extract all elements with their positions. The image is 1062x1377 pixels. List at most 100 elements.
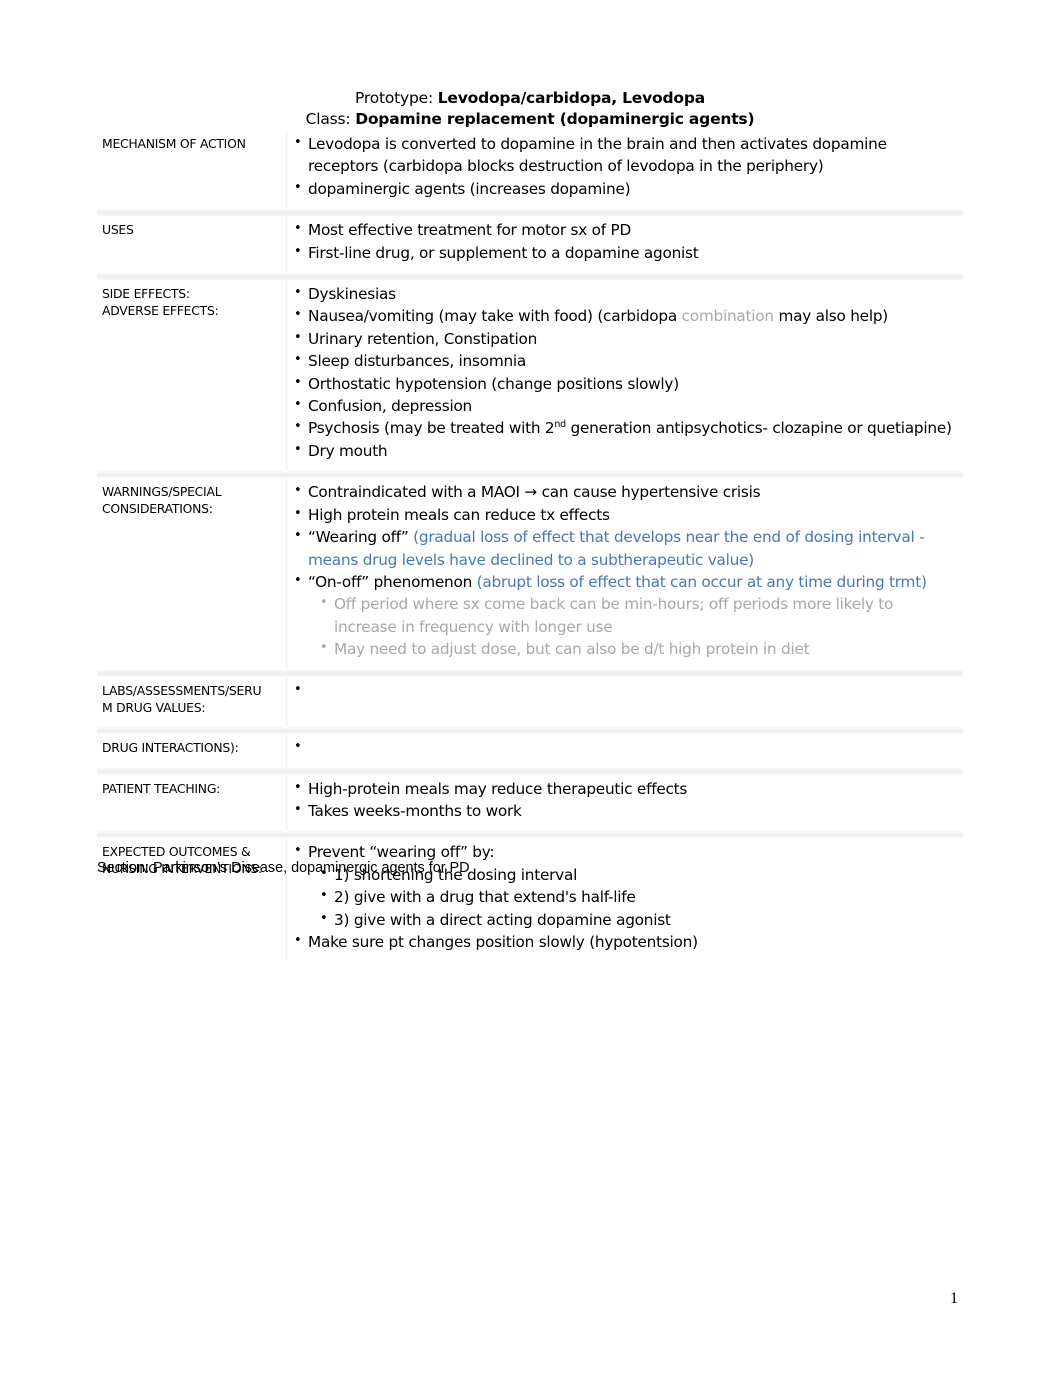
bullet-item: High-protein meals may reduce therapeuti… — [287, 777, 953, 800]
text-run: Nausea/vomiting (may take with food) (ca… — [308, 307, 682, 326]
table-row: LABS/ASSESSMENTS/SERU M DRUG VALUES: — [97, 677, 963, 726]
row-separator-band — [97, 725, 963, 735]
row-separator — [97, 830, 963, 840]
bullet-item: Make sure pt changes position slowly (hy… — [287, 930, 953, 953]
row-separator — [97, 208, 963, 218]
document-heading: Prototype: Levodopa/carbidopa, Levodopa … — [97, 88, 963, 130]
bullet-item: Takes weeks-months to work — [287, 799, 953, 822]
row-label: PATIENT TEACHING: — [97, 775, 287, 831]
bullet-item — [287, 679, 953, 702]
row-separator-band — [97, 470, 963, 480]
table-row: EXPECTED OUTCOMES & NURSING INTERVENTIONS… — [97, 839, 963, 962]
bullet-list — [287, 736, 953, 759]
row-label-line: SIDE EFFECTS: — [102, 286, 190, 302]
row-label: SIDE EFFECTS: ADVERSE EFFECTS: — [97, 281, 287, 471]
sub-bullet-item: Off period where sx come back can be min… — [308, 592, 953, 638]
row-separator-band — [97, 830, 963, 840]
table-row: PATIENT TEACHING: High-protein meals may … — [97, 775, 963, 831]
row-separator — [97, 766, 963, 776]
table-row: DRUG INTERACTIONS): — [97, 734, 963, 767]
bullet-list: Most effective treatment for motor sx of… — [287, 218, 953, 264]
table-row: USES Most effective treatment for motor … — [97, 217, 963, 273]
row-content — [285, 734, 963, 767]
section-footer: Section: Parkinson’s Disease, dopaminerg… — [97, 860, 470, 876]
bullet-item: Confusion, depression — [287, 394, 953, 417]
bullet-list — [287, 679, 953, 702]
row-label: EXPECTED OUTCOMES & NURSING INTERVENTIONS… — [97, 839, 287, 962]
row-label-line: EXPECTED OUTCOMES & — [102, 844, 251, 860]
bullet-item: Nausea/vomiting (may take with food) (ca… — [287, 304, 953, 327]
sub-bullet-item: 2) give with a drug that extend's half-l… — [308, 885, 953, 908]
row-label: USES — [97, 217, 287, 273]
text-run: generation antipsychotics- clozapine or … — [565, 419, 952, 438]
row-label: DRUG INTERACTIONS): — [97, 734, 287, 767]
bullet-item: First-line drug, or supplement to a dopa… — [287, 241, 953, 264]
text-run: Psychosis (may be treated with 2 — [308, 419, 555, 438]
table-row: WARNINGS/SPECIALCONSIDERATIONS:Contraind… — [97, 479, 963, 669]
prototype-value: Levodopa/carbidopa, Levodopa — [437, 89, 705, 107]
bullet-list: Levodopa is converted to dopamine in the… — [287, 132, 953, 200]
row-label-line: MECHANISM OF ACTION — [102, 136, 246, 151]
text-run: may also help) — [773, 307, 889, 326]
row-separator — [97, 470, 963, 480]
bullet-list: High-protein meals may reduce therapeuti… — [287, 777, 953, 823]
row-label-line: USES — [102, 222, 134, 238]
drug-card-table-body: MECHANISM OF ACTION Levodopa is converted… — [97, 131, 963, 962]
superscript: nd — [554, 419, 566, 431]
row-content: Prevent “wearing off” by:1) shortening t… — [285, 839, 963, 962]
bullet-item: High protein meals can reduce tx effects — [287, 503, 953, 526]
row-label-line: WARNINGS/SPECIAL — [102, 484, 222, 500]
row-separator-band — [97, 668, 963, 678]
bullet-list: Contraindicated with a MAOI → can cause … — [287, 480, 953, 661]
bullet-item — [287, 736, 953, 759]
bullet-list: Prevent “wearing off” by:1) shortening t… — [287, 840, 953, 953]
bullet-item: Contraindicated with a MAOI → can cause … — [287, 480, 953, 503]
document-page: Prototype: Levodopa/carbidopa, Levodopa … — [0, 0, 1062, 1377]
bullet-item: Psychosis (may be treated with 2nd gener… — [287, 416, 953, 439]
bullet-item: Dyskinesias — [287, 282, 953, 305]
table-row: MECHANISM OF ACTION Levodopa is converted… — [97, 131, 963, 209]
row-content: Contraindicated with a MAOI → can cause … — [285, 479, 963, 669]
row-content: Dyskinesias Nausea/vomiting (may take wit… — [285, 281, 963, 471]
prototype-line: Prototype: Levodopa/carbidopa, Levodopa — [97, 88, 963, 109]
row-label: LABS/ASSESSMENTS/SERU M DRUG VALUES: — [97, 677, 287, 726]
row-label-line: DRUG INTERACTIONS): — [102, 739, 239, 755]
bullet-item: Orthostatic hypotension (change position… — [287, 372, 953, 395]
class-label: Class: — [305, 110, 351, 128]
text-run: (abrupt loss of effect that can occur at… — [476, 572, 927, 591]
bullet-item: “Wearing off” (gradual loss of effect th… — [287, 525, 953, 571]
sub-bullet-item: 3) give with a direct acting dopamine ag… — [308, 908, 953, 931]
row-content: Levodopa is converted to dopamine in the… — [285, 131, 963, 209]
row-separator — [97, 272, 963, 282]
bullet-item: dopaminergic agents (increases dopamine) — [287, 177, 953, 200]
page-number: 1 — [950, 1290, 958, 1307]
row-label-line: PATIENT TEACHING: — [102, 780, 221, 796]
row-content: High-protein meals may reduce therapeuti… — [285, 775, 963, 831]
row-label-line: ADVERSE EFFECTS: — [102, 303, 219, 319]
bullet-item: Sleep disturbances, insomnia — [287, 349, 953, 372]
bullet-item: Most effective treatment for motor sx of… — [287, 218, 953, 241]
table-row: SIDE EFFECTS:ADVERSE EFFECTS:Dyskinesias… — [97, 281, 963, 471]
row-label-line: LABS/ASSESSMENTS/SERU — [102, 682, 262, 698]
drug-card-table: MECHANISM OF ACTION Levodopa is converted… — [97, 131, 963, 962]
text-run: “Wearing off” — [308, 528, 414, 547]
sub-bullet-list: Off period where sx come back can be min… — [308, 592, 953, 660]
class-value: Dopamine replacement (dopaminergic agent… — [355, 110, 755, 128]
row-label-line: M DRUG VALUES: — [102, 699, 206, 715]
row-separator-band — [97, 766, 963, 776]
row-separator-band — [97, 272, 963, 282]
row-label-line: CONSIDERATIONS: — [102, 501, 213, 517]
sub-bullet-item: May need to adjust dose, but can also be… — [308, 637, 953, 660]
bullet-list: Dyskinesias Nausea/vomiting (may take wit… — [287, 282, 953, 462]
bullet-item: Urinary retention, Constipation — [287, 327, 953, 350]
bullet-item: Prevent “wearing off” by:1) shortening t… — [287, 840, 953, 931]
text-run: “On-off” phenomenon — [308, 572, 477, 591]
row-separator — [97, 668, 963, 678]
prototype-label: Prototype: — [355, 89, 434, 107]
row-label: MECHANISM OF ACTION — [97, 131, 287, 209]
row-content: Most effective treatment for motor sx of… — [285, 217, 963, 273]
bullet-item: “On-off” phenomenon (abrupt loss of effe… — [287, 570, 953, 661]
row-label: WARNINGS/SPECIAL CONSIDERATIONS: — [97, 479, 287, 669]
class-line: Class: Dopamine replacement (dopaminergi… — [97, 109, 963, 130]
row-separator — [97, 725, 963, 735]
